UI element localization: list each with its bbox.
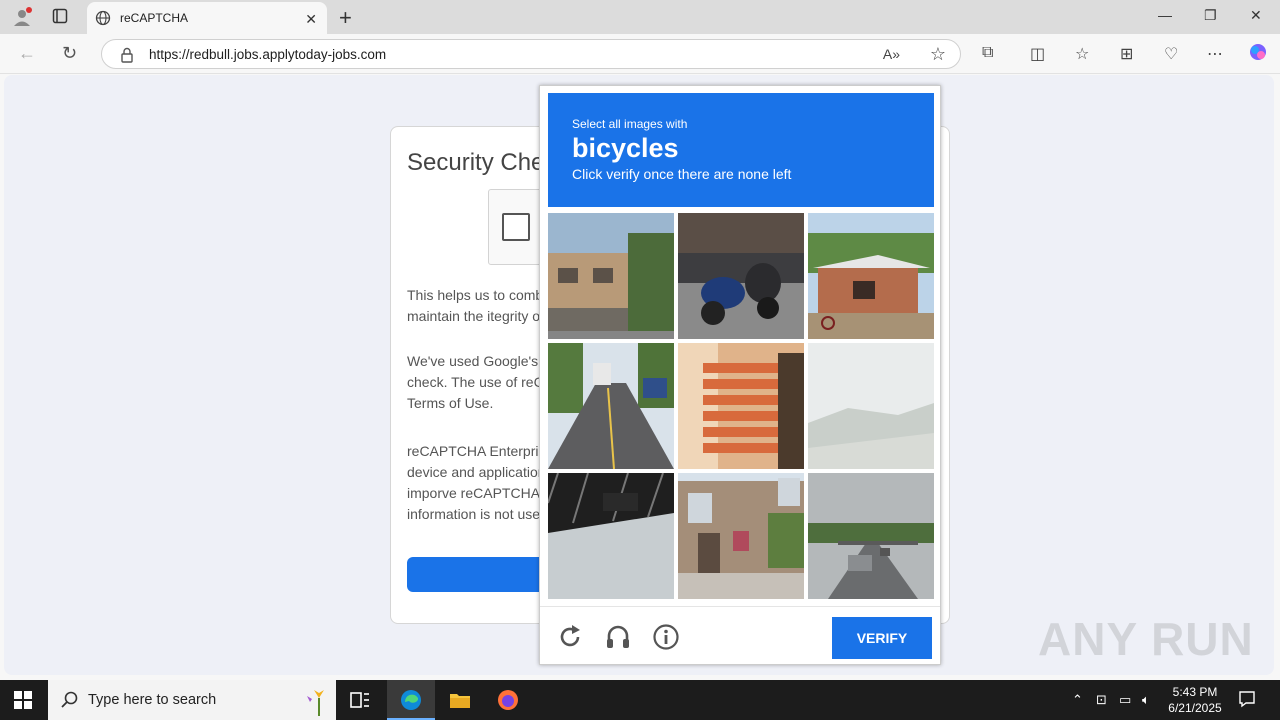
address-bar[interactable]: https://redbull.jobs.applytoday-jobs.com… [101, 39, 961, 69]
copilot-icon[interactable] [1248, 42, 1268, 67]
recaptcha-challenge: Select all images with bicycles Click ve… [539, 85, 941, 665]
taskbar-search[interactable]: Type here to search [48, 680, 336, 720]
recaptcha-checkbox[interactable] [502, 213, 530, 241]
edge-icon [399, 688, 423, 717]
favorites-icon[interactable]: ☆ [1075, 44, 1089, 64]
task-view-icon[interactable] [348, 688, 372, 712]
edge-taskbar-button[interactable] [387, 680, 435, 720]
back-icon[interactable]: ← [18, 43, 36, 64]
globe-icon [95, 10, 111, 31]
reload-icon[interactable] [556, 623, 584, 651]
browser-essentials-icon[interactable]: ♡ [1164, 44, 1178, 64]
image-tile[interactable] [548, 343, 674, 469]
tab-strip: reCAPTCHA ✕ + — ❐ ✕ [0, 0, 1280, 34]
challenge-footer: VERIFY [540, 606, 940, 664]
notifications-icon[interactable] [1238, 690, 1256, 711]
anyrun-watermark: ANY RUN [1038, 613, 1254, 665]
taskbar: Type here to search ⌃ ⊡ ▭ 🔈︎ 5:43 PM 6/2… [0, 680, 1280, 720]
image-grid [548, 213, 934, 599]
image-tile[interactable] [548, 213, 674, 339]
volume-icon[interactable]: 🔈︎ [1142, 692, 1150, 708]
network-icon[interactable]: ▭ [1119, 692, 1131, 708]
restore-icon[interactable]: ❐ [1204, 7, 1217, 24]
address-toolbar: ← ↻ https://redbull.jobs.applytoday-jobs… [0, 34, 1280, 74]
firefox-icon[interactable] [496, 688, 520, 712]
close-tab-icon[interactable]: ✕ [305, 11, 317, 28]
tab-actions-icon[interactable] [52, 8, 68, 29]
usb-icon[interactable]: ⊡ [1096, 692, 1107, 708]
refresh-icon[interactable]: ↻ [62, 43, 77, 64]
minimize-icon[interactable]: — [1158, 7, 1172, 23]
favorite-star-icon[interactable]: ☆ [930, 44, 946, 65]
tab-recaptcha[interactable]: reCAPTCHA ✕ [87, 2, 327, 34]
image-tile[interactable] [808, 473, 934, 599]
image-tile[interactable] [678, 343, 804, 469]
audio-challenge-icon[interactable] [604, 623, 632, 651]
page-title: Security Chec [407, 149, 557, 176]
info-icon[interactable] [652, 623, 680, 651]
image-tile[interactable] [808, 343, 934, 469]
file-explorer-icon[interactable] [448, 688, 472, 712]
paragraph-1: This helps us to comba maintain the iteg… [407, 287, 547, 324]
instruction-text: Select all images with [572, 117, 688, 131]
verify-button[interactable]: VERIFY [832, 617, 932, 659]
split-screen-icon[interactable]: ◫ [1030, 44, 1045, 64]
collections-icon[interactable]: ⊞ [1120, 44, 1133, 64]
tray-overflow-icon[interactable]: ⌃ [1072, 692, 1083, 708]
profile-icon[interactable] [12, 7, 32, 32]
windows-start-icon[interactable] [14, 691, 32, 714]
new-tab-button[interactable]: + [339, 5, 352, 31]
url-text[interactable]: https://redbull.jobs.applytoday-jobs.com [149, 47, 386, 62]
image-tile[interactable] [548, 473, 674, 599]
extensions-icon[interactable]: ⧉ [982, 44, 993, 62]
image-tile[interactable] [678, 213, 804, 339]
search-icon [61, 691, 79, 714]
close-window-icon[interactable]: ✕ [1250, 7, 1262, 24]
tab-title: reCAPTCHA [120, 11, 189, 25]
image-tile[interactable] [678, 473, 804, 599]
challenge-header: Select all images with bicycles Click ve… [548, 93, 934, 207]
image-tile[interactable] [808, 213, 934, 339]
instruction-subtext: Click verify once there are none left [572, 166, 792, 182]
more-menu-icon[interactable]: ⋯ [1207, 44, 1223, 64]
tulip-decoration-icon [306, 688, 332, 720]
paragraph-2: We've used Google's r check. The use of … [407, 353, 547, 411]
search-placeholder: Type here to search [88, 692, 217, 708]
paragraph-3: reCAPTCHA Enterpris device and applicati… [407, 443, 547, 522]
lock-icon[interactable] [120, 47, 134, 68]
clock[interactable]: 5:43 PM 6/21/2025 [1160, 684, 1230, 716]
target-object: bicycles [572, 133, 679, 163]
read-aloud-icon[interactable]: A» [883, 46, 900, 62]
